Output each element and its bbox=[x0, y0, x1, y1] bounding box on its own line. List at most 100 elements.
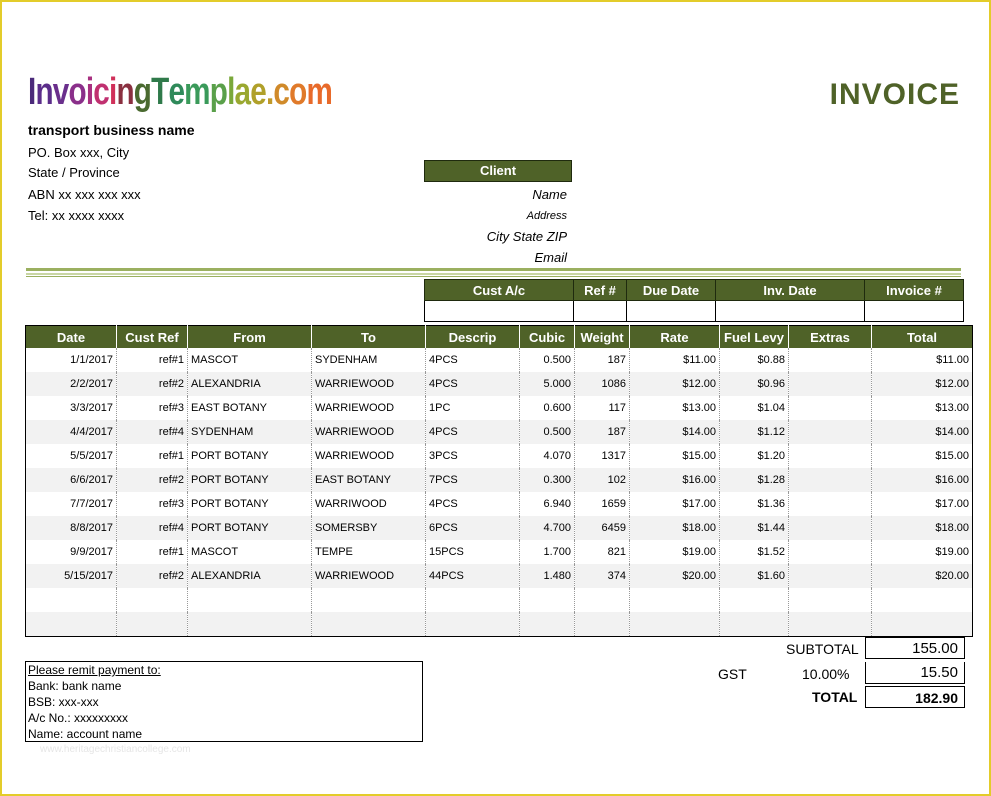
table-cell[interactable]: 4PCS bbox=[425, 372, 520, 396]
table-cell[interactable]: $1.28 bbox=[719, 468, 789, 492]
table-cell[interactable]: 5/15/2017 bbox=[25, 564, 117, 588]
table-cell[interactable]: PORT BOTANY bbox=[187, 516, 312, 540]
table-cell[interactable]: 1PC bbox=[425, 396, 520, 420]
table-cell[interactable]: 15PCS bbox=[425, 540, 520, 564]
table-cell[interactable]: ref#1 bbox=[116, 540, 188, 564]
table-cell[interactable] bbox=[788, 420, 872, 444]
table-cell[interactable]: 2/2/2017 bbox=[25, 372, 117, 396]
table-cell[interactable]: 6459 bbox=[574, 516, 630, 540]
table-cell[interactable]: $16.00 bbox=[871, 468, 973, 492]
table-cell[interactable]: $12.00 bbox=[629, 372, 720, 396]
table-cell[interactable] bbox=[629, 612, 720, 637]
table-cell[interactable]: $11.00 bbox=[629, 348, 720, 372]
table-cell[interactable] bbox=[425, 588, 520, 612]
table-cell[interactable]: $20.00 bbox=[629, 564, 720, 588]
table-cell[interactable]: TEMPE bbox=[311, 540, 426, 564]
table-cell[interactable]: $14.00 bbox=[871, 420, 973, 444]
table-cell[interactable]: 44PCS bbox=[425, 564, 520, 588]
inv-date-field[interactable] bbox=[715, 300, 865, 322]
client-address[interactable]: Address bbox=[367, 210, 567, 222]
table-cell[interactable]: 7/7/2017 bbox=[25, 492, 117, 516]
table-cell[interactable]: SOMERSBY bbox=[311, 516, 426, 540]
table-cell[interactable]: 117 bbox=[574, 396, 630, 420]
table-cell[interactable]: 1317 bbox=[574, 444, 630, 468]
table-cell[interactable]: $1.44 bbox=[719, 516, 789, 540]
cust-ac-field[interactable] bbox=[424, 300, 574, 322]
table-cell[interactable] bbox=[788, 612, 872, 637]
table-cell[interactable]: 5.000 bbox=[519, 372, 575, 396]
table-cell[interactable] bbox=[519, 612, 575, 637]
table-cell[interactable]: $0.88 bbox=[719, 348, 789, 372]
table-cell[interactable]: $18.00 bbox=[871, 516, 973, 540]
table-cell[interactable]: 6/6/2017 bbox=[25, 468, 117, 492]
table-cell[interactable]: 0.600 bbox=[519, 396, 575, 420]
table-cell[interactable]: 4PCS bbox=[425, 348, 520, 372]
table-cell[interactable]: ref#2 bbox=[116, 564, 188, 588]
table-cell[interactable] bbox=[519, 588, 575, 612]
invoice-no-field[interactable] bbox=[864, 300, 964, 322]
gst-rate[interactable]: 10.00% bbox=[802, 666, 849, 682]
table-cell[interactable] bbox=[25, 588, 117, 612]
table-cell[interactable]: 4/4/2017 bbox=[25, 420, 117, 444]
table-cell[interactable]: $11.00 bbox=[872, 348, 973, 372]
table-cell[interactable]: ref#1 bbox=[116, 348, 188, 372]
due-date-field[interactable] bbox=[626, 300, 716, 322]
table-cell[interactable]: $13.00 bbox=[872, 396, 973, 420]
table-cell[interactable]: WARRIEWOOD bbox=[311, 372, 426, 396]
table-cell[interactable] bbox=[187, 588, 312, 612]
table-cell[interactable]: 0.500 bbox=[519, 348, 575, 372]
table-cell[interactable] bbox=[116, 588, 188, 612]
table-cell[interactable] bbox=[425, 612, 520, 637]
table-cell[interactable]: $1.12 bbox=[719, 420, 789, 444]
table-cell[interactable]: $12.00 bbox=[871, 372, 973, 396]
table-cell[interactable] bbox=[719, 588, 789, 612]
table-cell[interactable]: ALEXANDRIA bbox=[187, 372, 312, 396]
table-cell[interactable]: $15.00 bbox=[629, 444, 720, 468]
table-cell[interactable] bbox=[629, 588, 720, 612]
table-cell[interactable]: $17.00 bbox=[872, 492, 973, 516]
table-cell[interactable]: 0.300 bbox=[519, 468, 575, 492]
table-cell[interactable]: PORT BOTANY bbox=[187, 468, 312, 492]
table-cell[interactable] bbox=[574, 612, 630, 637]
table-cell[interactable]: 4.070 bbox=[519, 444, 575, 468]
table-cell[interactable] bbox=[788, 564, 872, 588]
table-cell[interactable]: ALEXANDRIA bbox=[187, 564, 312, 588]
client-city[interactable]: City State ZIP bbox=[367, 229, 567, 244]
client-name[interactable]: Name bbox=[367, 187, 567, 202]
table-cell[interactable]: 5/5/2017 bbox=[25, 444, 117, 468]
table-cell[interactable]: PORT BOTANY bbox=[187, 492, 312, 516]
table-cell[interactable]: $16.00 bbox=[629, 468, 720, 492]
table-cell[interactable]: 187 bbox=[574, 348, 630, 372]
table-cell[interactable]: $1.52 bbox=[719, 540, 789, 564]
table-cell[interactable]: $1.60 bbox=[719, 564, 789, 588]
table-cell[interactable]: WARRIEWOOD bbox=[311, 420, 426, 444]
table-cell[interactable] bbox=[788, 396, 872, 420]
table-cell[interactable]: 8/8/2017 bbox=[25, 516, 117, 540]
table-cell[interactable]: 4PCS bbox=[425, 420, 520, 444]
table-cell[interactable]: ref#4 bbox=[116, 420, 188, 444]
table-cell[interactable]: $0.96 bbox=[719, 372, 789, 396]
table-cell[interactable]: $15.00 bbox=[872, 444, 973, 468]
ref-field[interactable] bbox=[573, 300, 627, 322]
table-cell[interactable]: ref#4 bbox=[116, 516, 188, 540]
table-cell[interactable]: WARRIEWOOD bbox=[311, 396, 426, 420]
table-cell[interactable] bbox=[788, 468, 872, 492]
table-cell[interactable] bbox=[788, 492, 872, 516]
table-cell[interactable]: ref#1 bbox=[116, 444, 188, 468]
table-cell[interactable] bbox=[788, 372, 872, 396]
table-cell[interactable] bbox=[574, 588, 630, 612]
table-cell[interactable]: SYDENHAM bbox=[187, 420, 312, 444]
table-cell[interactable]: WARRIEWOOD bbox=[311, 564, 426, 588]
table-cell[interactable]: 0.500 bbox=[519, 420, 575, 444]
table-cell[interactable]: 6.940 bbox=[519, 492, 575, 516]
table-cell[interactable]: EAST BOTANY bbox=[187, 396, 312, 420]
table-cell[interactable]: EAST BOTANY bbox=[311, 468, 426, 492]
table-cell[interactable] bbox=[25, 612, 117, 637]
table-cell[interactable]: 187 bbox=[574, 420, 630, 444]
table-cell[interactable]: WARRIEWOOD bbox=[311, 444, 426, 468]
table-cell[interactable] bbox=[311, 612, 426, 637]
table-cell[interactable] bbox=[788, 588, 872, 612]
table-cell[interactable]: $19.00 bbox=[872, 540, 973, 564]
table-cell[interactable]: MASCOT bbox=[187, 540, 312, 564]
table-cell[interactable]: MASCOT bbox=[187, 348, 312, 372]
